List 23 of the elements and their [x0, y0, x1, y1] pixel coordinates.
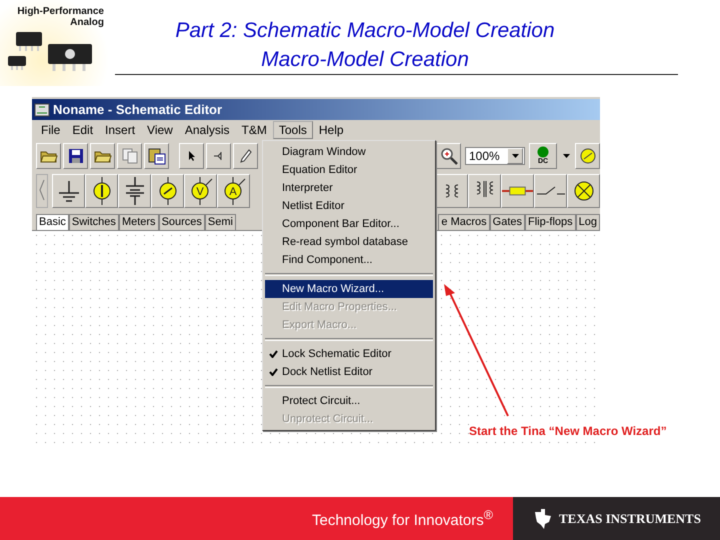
menu-option-label: Component Bar Editor...: [282, 218, 400, 230]
menu-option-label: Protect Circuit...: [282, 395, 360, 407]
menu-option-label: Re-read symbol database: [282, 236, 408, 248]
menu-option-label: Equation Editor: [282, 164, 358, 176]
menu-option-label: New Macro Wizard...: [282, 283, 384, 295]
menu-option-label: Diagram Window: [282, 146, 366, 158]
window-title: Noname - Schematic Editor: [53, 102, 222, 117]
logo-text: Analog: [70, 17, 104, 28]
slide-title: Macro-Model Creation: [260, 47, 470, 73]
tagline: Technology for Innovators$^{®}$: [312, 508, 493, 529]
menu-option-label: Unprotect Circuit...: [282, 413, 374, 425]
menu-option-label: Lock Schematic Editor: [282, 348, 392, 360]
menu-option-label: Interpreter: [282, 182, 333, 194]
menu-option-label: Dock Netlist Editor: [282, 366, 372, 378]
menu-option-label: Netlist Editor: [282, 200, 344, 212]
callout-text: Start the Tina “New Macro Wizard”: [469, 424, 667, 438]
menu-option-label: Edit Macro Properties...: [282, 301, 397, 313]
slide-title: Part 2: Schematic Macro-Model Creation: [174, 18, 556, 44]
zoom-value: 100%: [469, 149, 500, 163]
logo-text: High-Performance: [17, 6, 104, 17]
brand-name: TEXAS INSTRUMENTS: [559, 510, 701, 526]
menu-option-label: Find Component...: [282, 254, 372, 266]
menu-option-label: Export Macro...: [282, 319, 357, 331]
